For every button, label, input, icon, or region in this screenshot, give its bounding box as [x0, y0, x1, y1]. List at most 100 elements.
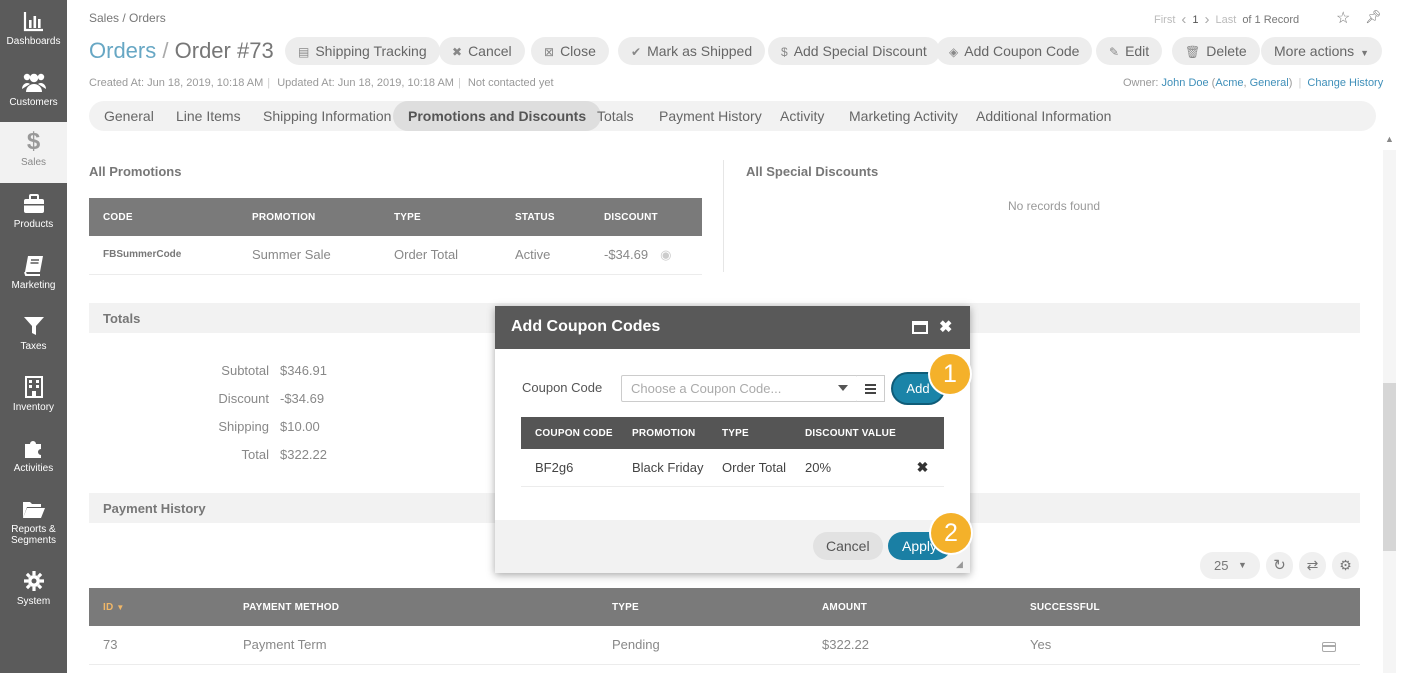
coupon-codes-table: COUPON CODE PROMOTION TYPE DISCOUNT VALU…: [521, 417, 944, 487]
table-row[interactable]: 73 Payment Term Pending $322.22 Yes: [89, 626, 1360, 665]
coupon-code: BF2g6: [521, 449, 618, 487]
column-header[interactable]: STATUS: [501, 198, 590, 236]
list-menu-icon[interactable]: [857, 375, 885, 402]
cancel-order-button[interactable]: ✖ Cancel: [439, 37, 525, 65]
close-icon[interactable]: ✖: [939, 317, 952, 337]
remove-coupon-icon[interactable]: ✖: [917, 459, 929, 475]
tab-shipping-information[interactable]: Shipping Information: [248, 101, 406, 131]
tab-activity[interactable]: Activity: [765, 101, 839, 131]
table-row[interactable]: FBSummerCode Summer Sale Order Total Act…: [89, 236, 702, 275]
owner-org-link-2[interactable]: General: [1250, 77, 1289, 89]
column-header[interactable]: TYPE: [598, 588, 808, 626]
tab-payment-history[interactable]: Payment History: [644, 101, 777, 131]
promotion-discount-cell: -$34.69 ◉: [590, 236, 702, 275]
totals-value: $346.91: [280, 363, 327, 378]
scrollbar-thumb[interactable]: [1383, 383, 1396, 551]
tag-icon: ◈: [949, 45, 959, 59]
section-divider: [723, 160, 724, 272]
column-header[interactable]: DISCOUNT: [590, 198, 702, 236]
column-header[interactable]: AMOUNT: [808, 588, 1016, 626]
x-icon: ✖: [452, 45, 463, 59]
cancel-button[interactable]: Cancel: [813, 532, 883, 560]
sidebar-item-label: Reports &: [11, 524, 56, 535]
tracking-icon: ▤: [298, 45, 310, 59]
sidebar-item-inventory[interactable]: Inventory: [0, 366, 67, 427]
tab-marketing-activity[interactable]: Marketing Activity: [834, 101, 973, 131]
promotion-code: FBSummerCode: [89, 236, 238, 275]
sidebar-item-activities[interactable]: Activities: [0, 427, 67, 488]
sidebar-item-customers[interactable]: Customers: [0, 61, 67, 122]
owner-link[interactable]: John Doe: [1162, 77, 1209, 89]
close-order-button[interactable]: ⊠ Close: [531, 37, 609, 65]
tab-general[interactable]: General: [89, 101, 169, 131]
page-size-select[interactable]: 25 ▼: [1200, 552, 1260, 579]
column-header: TYPE: [708, 417, 791, 449]
chevron-right-icon[interactable]: ›: [1205, 11, 1210, 28]
column-header[interactable]: PROMOTION: [238, 198, 380, 236]
more-actions-button[interactable]: More actions ▼: [1261, 37, 1383, 65]
coupon-code-placeholder: Choose a Coupon Code...: [631, 381, 782, 396]
shipping-tracking-button[interactable]: ▤ Shipping Tracking: [285, 37, 440, 65]
sidebar-item-label: Activities: [13, 463, 54, 474]
change-history-link[interactable]: Change History: [1307, 77, 1383, 89]
breadcrumb[interactable]: Sales / Orders: [89, 11, 166, 25]
owner-org-link[interactable]: Acme: [1215, 77, 1243, 89]
pager-first[interactable]: First: [1154, 14, 1175, 26]
sidebar-item-label-2: Segments: [10, 535, 57, 546]
column-header[interactable]: CODE: [89, 198, 238, 236]
column-header[interactable]: SUCCESSFUL: [1016, 588, 1360, 626]
sidebar-item-dashboards[interactable]: Dashboards: [0, 0, 67, 61]
coupon-type: Order Total: [708, 449, 791, 487]
pin-icon[interactable]: 📌︎: [1365, 9, 1382, 25]
add-coupon-code-button[interactable]: ◈ Add Coupon Code: [936, 37, 1093, 65]
sidebar-item-reports-segments[interactable]: Reports & Segments: [0, 488, 67, 558]
coupon-discount-value: 20%: [791, 449, 901, 487]
close-box-icon: ⊠: [544, 45, 555, 59]
reset-icon[interactable]: ⇄: [1299, 552, 1326, 579]
totals-value: -$34.69: [280, 391, 325, 406]
add-special-discount-button[interactable]: $ Add Special Discount: [768, 37, 940, 65]
dialog-header[interactable]: Add Coupon Codes ✖: [495, 306, 970, 349]
meta-divider: |: [1298, 77, 1302, 89]
credit-card-icon[interactable]: [1322, 642, 1336, 652]
sidebar-item-label: Sales: [20, 157, 46, 168]
promotions-table: CODE PROMOTION TYPE STATUS DISCOUNT FBSu…: [89, 198, 702, 275]
totals-title: Totals: [103, 311, 141, 326]
caret-down-icon: ▼: [1238, 560, 1247, 570]
puzzle-icon: [24, 441, 41, 458]
grid-settings-gear-icon[interactable]: ⚙: [1332, 552, 1359, 579]
edit-button[interactable]: ✎ Edit: [1096, 37, 1163, 65]
briefcase-icon: [23, 194, 44, 213]
title-entity-link[interactable]: Orders: [89, 38, 156, 63]
payment-type: Pending: [598, 626, 808, 665]
favorite-star-icon[interactable]: ☆: [1336, 8, 1350, 28]
tab-additional-information[interactable]: Additional Information: [961, 101, 1126, 131]
promotion-discount: -$34.69: [604, 246, 649, 262]
resize-handle-icon[interactable]: ◢: [956, 559, 963, 570]
sidebar-item-taxes[interactable]: Taxes: [0, 305, 67, 366]
sidebar-item-sales[interactable]: $ Sales: [0, 122, 67, 183]
refresh-icon[interactable]: ↻: [1266, 552, 1293, 579]
coupon-code-select[interactable]: Choose a Coupon Code...: [621, 375, 858, 402]
payment-history-table: ID ▼ PAYMENT METHOD TYPE AMOUNT SUCCESSF…: [89, 588, 1360, 665]
maximize-icon[interactable]: [912, 321, 928, 334]
mark-as-shipped-button[interactable]: ✔ Mark as Shipped: [618, 37, 766, 65]
delete-button[interactable]: 🗑︎ Delete: [1172, 37, 1260, 65]
tab-promotions-and-discounts[interactable]: Promotions and Discounts: [393, 101, 602, 131]
sidebar-item-products[interactable]: Products: [0, 183, 67, 244]
chevron-left-icon[interactable]: ‹: [1181, 11, 1186, 28]
sidebar-item-system[interactable]: System: [0, 562, 67, 623]
column-header-id[interactable]: ID ▼: [89, 588, 229, 626]
empty-state: No records found: [1008, 199, 1101, 213]
sidebar-item-label: Marketing: [11, 280, 56, 291]
tab-totals[interactable]: Totals: [582, 101, 649, 131]
button-label: Mark as Shipped: [647, 43, 753, 59]
sidebar-item-marketing[interactable]: Marketing: [0, 244, 67, 305]
column-header[interactable]: PAYMENT METHOD: [229, 588, 598, 626]
pager-last[interactable]: Last: [1216, 14, 1237, 26]
scroll-up-arrow-icon[interactable]: ▲: [1385, 134, 1394, 144]
sidebar-item-label: Inventory: [12, 402, 55, 413]
tab-line-items[interactable]: Line Items: [161, 101, 256, 131]
eye-icon[interactable]: ◉: [660, 247, 671, 262]
column-header[interactable]: TYPE: [380, 198, 501, 236]
